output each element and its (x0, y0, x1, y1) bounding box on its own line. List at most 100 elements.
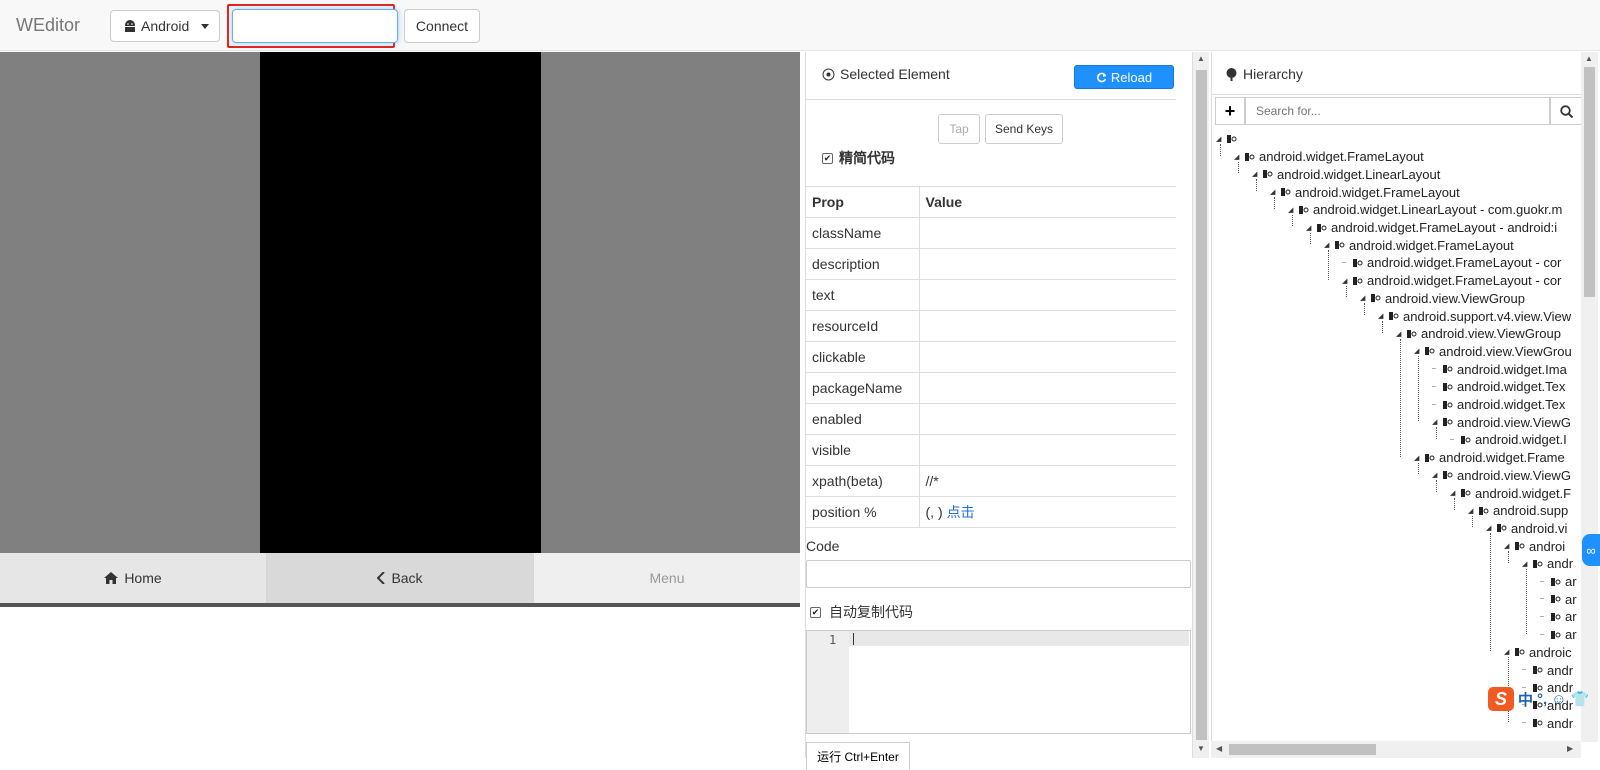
ime-toolbar[interactable]: S 中 °, ☺ 👕 (1488, 684, 1600, 714)
expand-toggle-icon[interactable]: ◢ (1432, 418, 1440, 426)
code-editor[interactable]: 1 (806, 630, 1191, 734)
tree-node[interactable]: ◢ androic (1504, 643, 1572, 661)
device-address-input[interactable] (232, 9, 398, 43)
tree-node[interactable]: ◢ android.view.ViewGroup (1396, 325, 1561, 343)
tree-node[interactable]: ◢ androi (1504, 537, 1565, 555)
tree-node-label: android.view.ViewGrou (1439, 343, 1572, 359)
send-keys-button[interactable]: Send Keys (985, 114, 1063, 144)
tree-node[interactable]: ◢ android.supp (1468, 502, 1568, 520)
back-button[interactable]: Back (267, 553, 534, 603)
device-screen[interactable] (260, 52, 541, 553)
menu-button[interactable]: Menu (534, 553, 800, 603)
code-output-field[interactable] (806, 560, 1191, 588)
node-icon (1317, 223, 1327, 232)
emoji-icon[interactable]: ☺ (1551, 691, 1566, 708)
expand-toggle-icon[interactable]: ◢ (1234, 153, 1242, 161)
scrollbar-thumb[interactable] (1584, 67, 1595, 297)
expand-toggle-icon[interactable]: ◢ (1414, 454, 1422, 462)
search-button[interactable] (1550, 97, 1583, 125)
scroll-right-icon[interactable]: ▶ (1567, 744, 1573, 753)
ime-punctuation[interactable]: °, (1537, 691, 1547, 708)
expand-toggle-icon[interactable]: ◢ (1504, 542, 1512, 550)
floating-link-icon[interactable]: ∞ (1582, 534, 1600, 566)
tree-node[interactable]: ┈ ar (1540, 590, 1577, 608)
simplify-code-checkbox[interactable]: ✔ 精简代码 (822, 148, 895, 168)
expand-all-button[interactable]: + (1215, 97, 1245, 125)
expand-toggle-icon[interactable]: ◢ (1342, 277, 1350, 285)
position-click-link[interactable]: 点击 (947, 504, 975, 520)
tree-node[interactable]: ◢ android.widget.F (1450, 484, 1571, 502)
scrollbar-thumb[interactable] (1196, 70, 1207, 740)
expand-toggle-icon[interactable]: ◢ (1324, 241, 1332, 249)
tree-node[interactable]: ┈ android.widget.Tex (1432, 396, 1565, 414)
run-button[interactable]: 运行 Ctrl+Enter (806, 742, 910, 770)
selected-panel-scrollbar[interactable]: ▲ ▼ (1192, 52, 1209, 758)
tree-node[interactable]: ┈ ar (1540, 573, 1577, 591)
auto-copy-checkbox[interactable]: ✔ 自动复制代码 (810, 602, 913, 622)
expand-toggle-icon[interactable]: ◢ (1504, 648, 1512, 656)
editor-gutter (807, 631, 849, 733)
scroll-up-icon[interactable]: ▲ (1585, 54, 1593, 63)
tree-node[interactable]: ┈ ar (1540, 626, 1577, 644)
scrollbar-thumb[interactable] (1229, 744, 1376, 755)
tree-node[interactable]: ◢ android.widget.LinearLayout - com.guokr… (1288, 201, 1562, 219)
ime-mode[interactable]: 中 (1518, 689, 1533, 710)
expand-toggle-icon[interactable]: ◢ (1432, 471, 1440, 479)
expand-toggle-icon[interactable]: ◢ (1288, 206, 1296, 214)
hierarchy-scrollbar[interactable]: ▲ (1581, 52, 1598, 742)
scroll-left-icon[interactable]: ◀ (1216, 744, 1222, 753)
sogou-logo-icon[interactable]: S (1488, 687, 1514, 711)
app-brand[interactable]: WEditor (16, 15, 80, 36)
expand-toggle-icon[interactable]: ◢ (1378, 312, 1386, 320)
home-button[interactable]: Home (0, 553, 267, 603)
tree-node[interactable]: ◢ android.widget.FrameLayout (1324, 236, 1514, 254)
hierarchy-horizontal-scrollbar[interactable]: ◀ ▶ (1211, 741, 1581, 758)
scroll-down-icon[interactable]: ▼ (1197, 744, 1205, 753)
tree-node[interactable]: ◢ android.widget.FrameLayout - cor (1342, 272, 1561, 290)
tree-node[interactable]: ┈ andr (1522, 661, 1573, 679)
connect-button[interactable]: Connect (404, 9, 480, 43)
expand-toggle-icon[interactable]: ◢ (1252, 170, 1260, 178)
tree-node[interactable]: ┈ android.widget.Tex (1432, 378, 1565, 396)
expand-toggle-icon[interactable]: ◢ (1216, 135, 1224, 143)
tree-node[interactable]: ◢ andr (1522, 555, 1573, 573)
expand-toggle-icon[interactable]: ◢ (1306, 224, 1314, 232)
tree-node[interactable]: ◢ android.view.ViewGroup (1360, 289, 1525, 307)
tree-node[interactable]: ◢ android.support.v4.view.View (1378, 307, 1571, 325)
node-icon (1389, 312, 1399, 320)
prop-value (919, 341, 1176, 373)
tree-node-label: android.widget.I (1475, 432, 1567, 448)
expand-toggle-icon[interactable]: ◢ (1486, 524, 1494, 532)
expand-toggle-icon[interactable]: ◢ (1396, 330, 1404, 338)
tree-node[interactable]: ◢ android.view.ViewGrou (1414, 342, 1572, 360)
tree-node[interactable]: ◢ android.widget.Frame (1414, 449, 1565, 467)
platform-label: Android (141, 18, 190, 34)
tree-node[interactable]: ◢ android.vi (1486, 519, 1567, 537)
tree-node[interactable]: ◢ android.view.ViewG (1432, 466, 1571, 484)
tree-node[interactable]: ┈ android.widget.FrameLayout - cor (1342, 254, 1561, 272)
tree-node[interactable]: ┈ android.widget.I (1450, 431, 1567, 449)
tree-node[interactable]: ◢ android.widget.FrameLayout (1270, 183, 1460, 201)
platform-dropdown[interactable]: Android (110, 10, 220, 42)
expand-toggle-icon[interactable]: ◢ (1468, 507, 1476, 515)
tree-node[interactable]: ◢ android.widget.FrameLayout - android:i (1306, 219, 1557, 237)
skin-icon[interactable]: 👕 (1571, 690, 1590, 708)
scroll-up-icon[interactable]: ▲ (1197, 54, 1205, 63)
expand-toggle-icon[interactable]: ◢ (1270, 188, 1278, 196)
tree-node[interactable]: ┈ ar (1540, 608, 1577, 626)
expand-toggle-icon[interactable]: ◢ (1450, 489, 1458, 497)
tree-node[interactable]: ┈ android.widget.Ima (1432, 360, 1567, 378)
tree-node[interactable]: ◢ android.widget.FrameLayout (1234, 148, 1424, 166)
expand-toggle-icon[interactable]: ◢ (1522, 560, 1530, 568)
expand-toggle-icon[interactable]: ◢ (1360, 294, 1368, 302)
tree-node[interactable]: ┈ andr (1522, 714, 1573, 732)
tree-node-label: android.widget.F (1475, 485, 1572, 501)
reload-button[interactable]: Reload (1074, 65, 1174, 89)
tree-node[interactable]: ◢ android.widget.LinearLayout (1252, 165, 1440, 183)
expand-toggle-icon[interactable]: ◢ (1414, 347, 1422, 355)
node-icon (1425, 453, 1435, 462)
tree-node[interactable]: ◢ android.view.ViewG (1432, 413, 1571, 431)
hierarchy-search-input[interactable] (1245, 97, 1550, 125)
node-icon (1443, 418, 1453, 427)
tap-button[interactable]: Tap (938, 114, 980, 144)
